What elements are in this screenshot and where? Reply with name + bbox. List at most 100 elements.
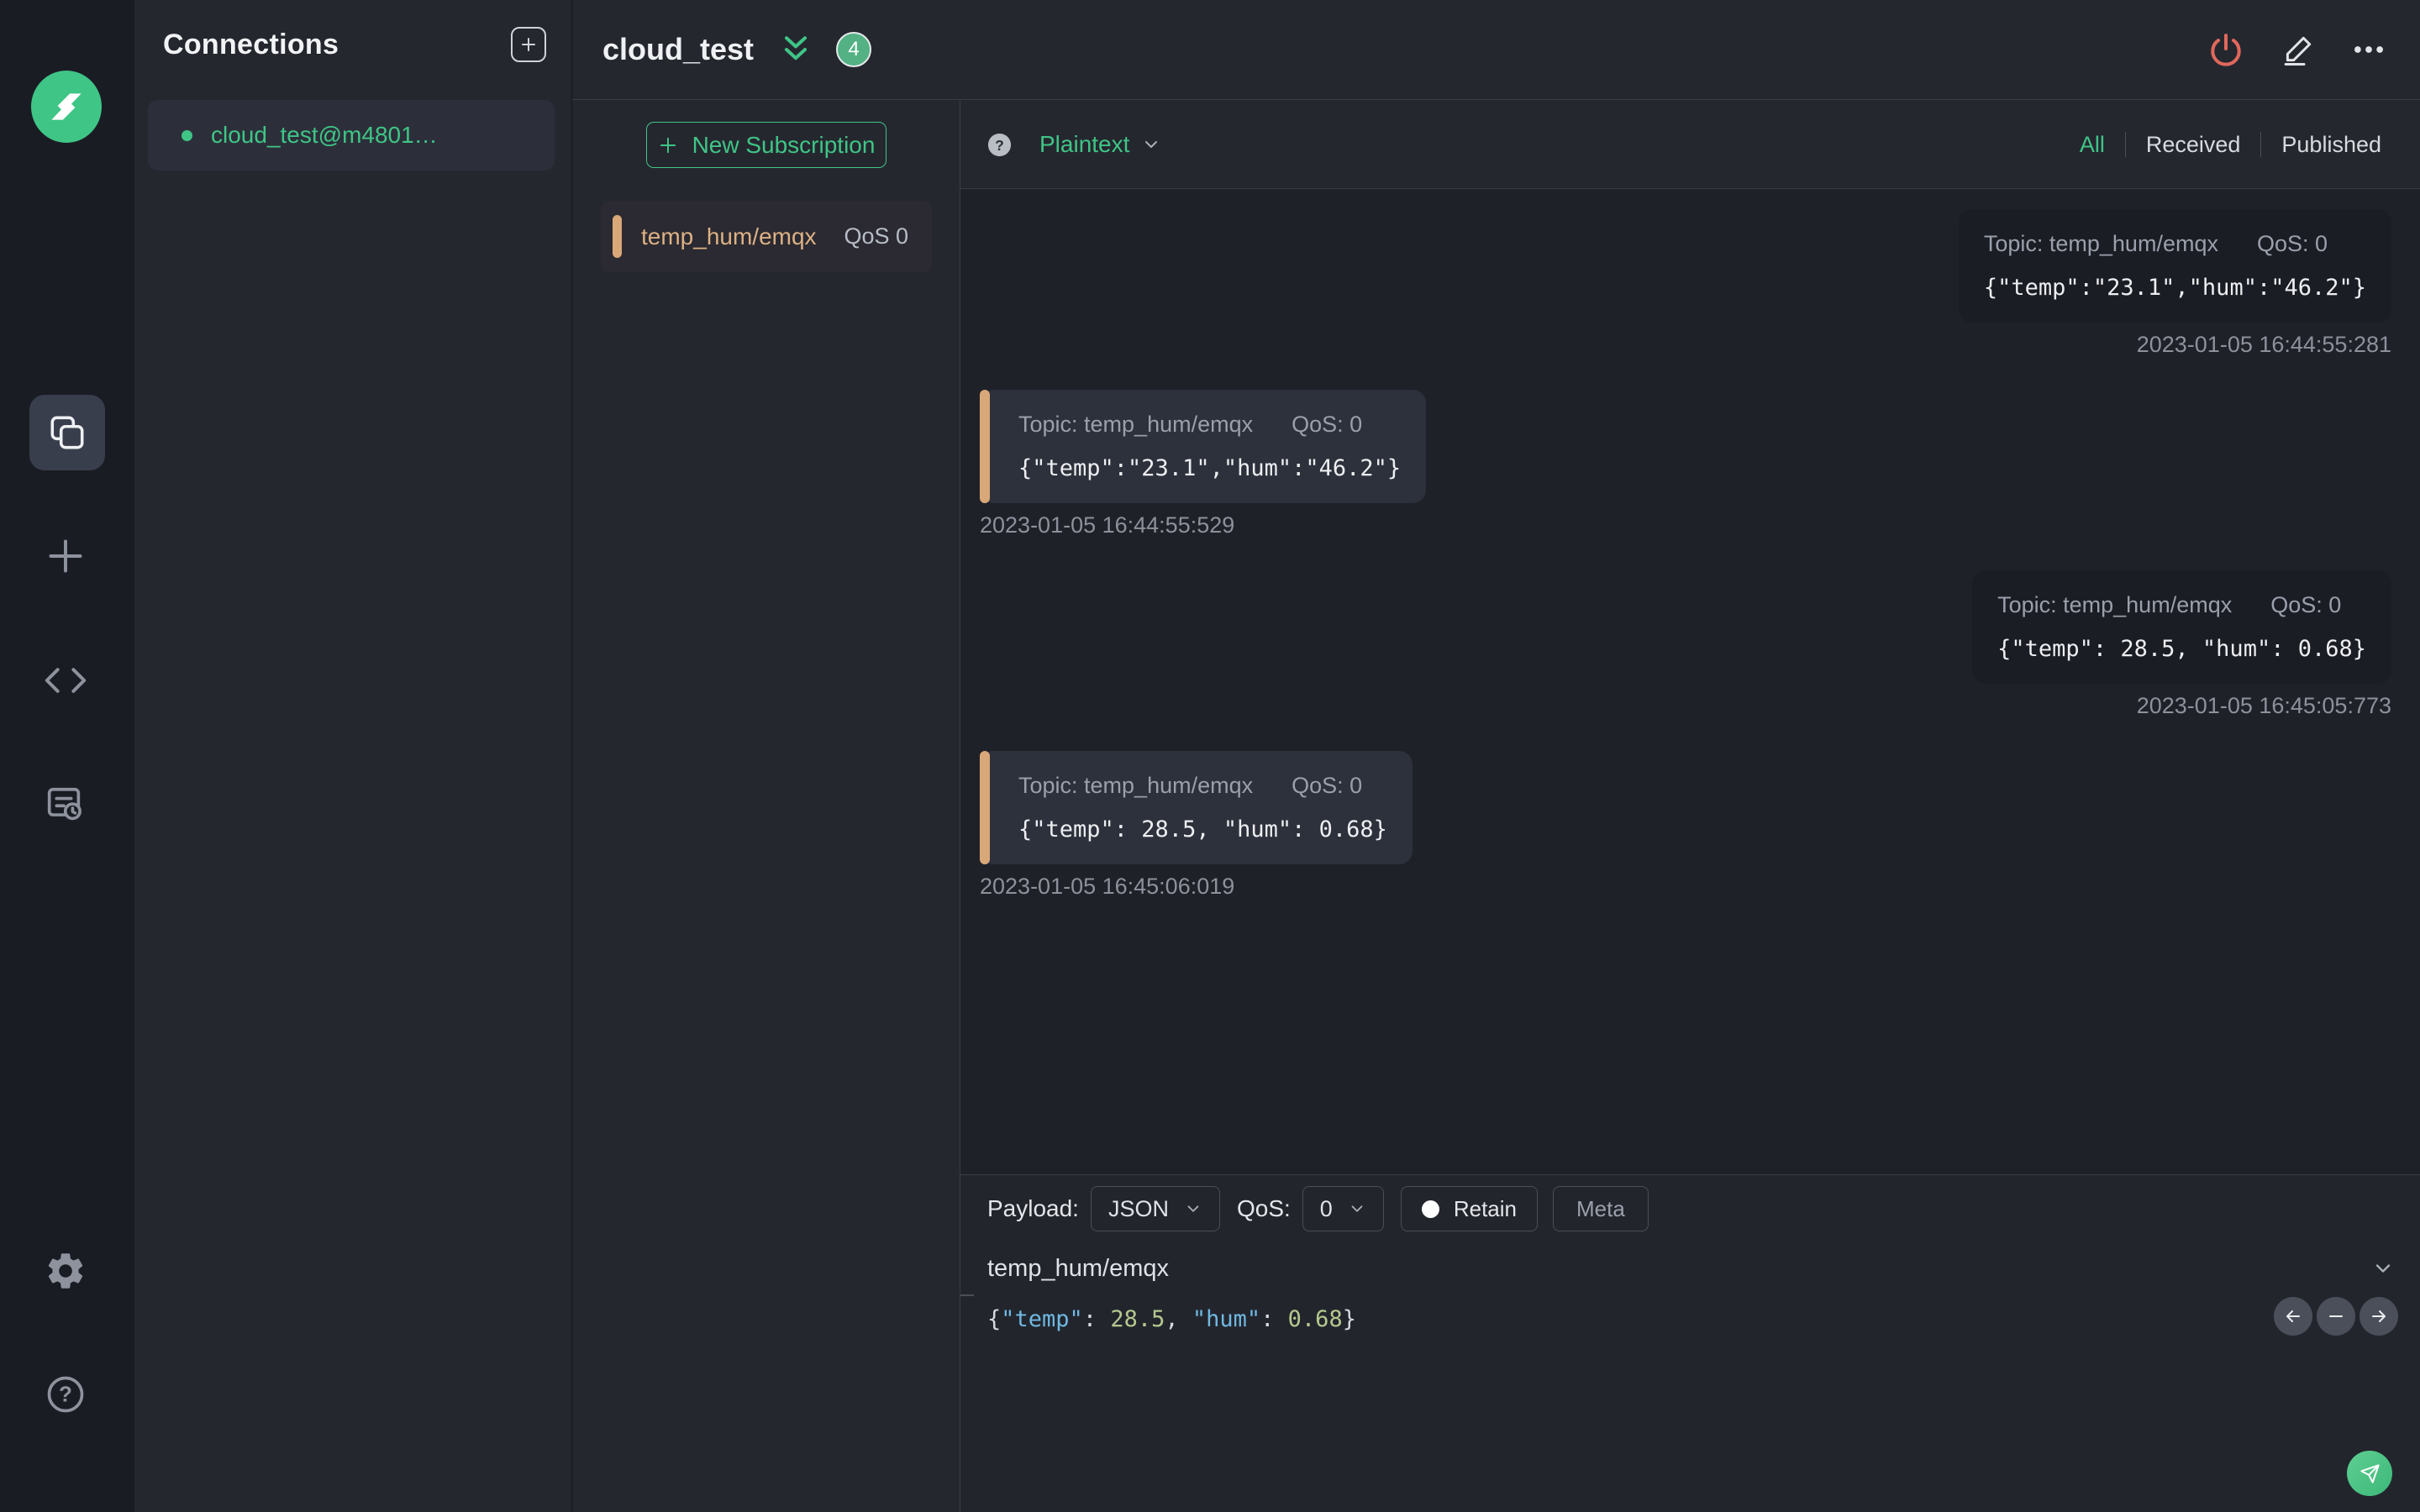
svg-text:?: ?	[995, 136, 1004, 153]
connection-topbar: cloud_test 4	[572, 0, 2420, 100]
plus-icon	[657, 134, 679, 156]
subscription-item[interactable]: temp_hum/emqx QoS 0	[601, 201, 932, 272]
qos-label: QoS:	[1236, 1195, 1291, 1221]
message-meta: Topic: temp_hum/emqx QoS: 0	[1997, 592, 2366, 618]
message-qos: QoS: 0	[2270, 592, 2342, 617]
message-timestamp: 2023-01-05 16:45:05:773	[2136, 693, 2391, 718]
topic-input[interactable]: temp_hum/emqx	[987, 1255, 1169, 1283]
connections-icon	[46, 412, 88, 454]
payload-token: {	[987, 1306, 1002, 1332]
plus-icon	[42, 533, 89, 580]
connection-item[interactable]: cloud_test@m4801…	[148, 100, 555, 171]
message-timestamp: 2023-01-05 16:45:06:019	[980, 874, 1235, 899]
payload-format-value: Plaintext	[1039, 131, 1130, 157]
qos-select[interactable]: 0	[1302, 1186, 1384, 1231]
filter-published[interactable]: Published	[2260, 132, 2402, 157]
subscription-color-bar	[613, 215, 622, 258]
sidebar-item-script[interactable]	[42, 657, 89, 704]
payload-token: "temp"	[1001, 1306, 1083, 1332]
message-received: Topic: temp_hum/emqx QoS: 0 {"temp":"23.1"…	[980, 390, 1427, 538]
payload-token: :	[1082, 1306, 1111, 1332]
message-qos: QoS: 0	[2256, 231, 2328, 256]
message-received: Topic: temp_hum/emqx QoS: 0 {"temp": 28.5,…	[980, 751, 1413, 900]
history-clear-button[interactable]	[2317, 1297, 2355, 1336]
message-topic: Topic: temp_hum/emqx	[1018, 773, 1254, 798]
message-timestamp: 2023-01-05 16:44:55:529	[980, 512, 1235, 538]
messages-header: ? Plaintext All Received Published	[960, 101, 2420, 189]
message-qos: QoS: 0	[1292, 412, 1363, 437]
edit-connection-button[interactable]	[2281, 32, 2316, 67]
sidebar-item-help[interactable]: ?	[44, 1373, 87, 1416]
message-published: Topic: temp_hum/emqx QoS: 0 {"temp": 28.5,…	[1972, 570, 2391, 719]
connections-panel: Connections cloud_test@m4801…	[134, 0, 572, 1512]
subscription-topic: temp_hum/emqx	[641, 223, 817, 249]
payload-format-selector[interactable]: Plaintext	[1039, 131, 1161, 158]
main-panel: cloud_test 4 New Subscription temp_hum/e…	[572, 0, 2420, 1512]
history-controls	[2274, 1297, 2398, 1336]
message-payload: {"temp": 28.5, "hum": 0.68}	[1018, 816, 1387, 843]
plus-icon	[518, 34, 539, 55]
gear-icon	[44, 1249, 87, 1293]
new-connection-button[interactable]	[511, 27, 546, 62]
sidebar-item-settings[interactable]	[44, 1249, 87, 1293]
payload-token: 28.5	[1110, 1306, 1165, 1332]
message-card[interactable]: Topic: temp_hum/emqx QoS: 0 {"temp": 28.5,…	[980, 751, 1413, 864]
message-list: Topic: temp_hum/emqx QoS: 0 {"temp":"23.1"…	[960, 189, 2420, 1174]
message-qos: QoS: 0	[1292, 773, 1363, 798]
message-card[interactable]: Topic: temp_hum/emqx QoS: 0 {"temp":"23.1"…	[1958, 209, 2391, 323]
message-payload: {"temp": 28.5, "hum": 0.68}	[1997, 636, 2366, 662]
message-payload: {"temp":"23.1","hum":"46.2"}	[1983, 275, 2366, 301]
history-next-button[interactable]	[2360, 1297, 2398, 1336]
mqttx-logo-icon	[31, 71, 102, 143]
sidebar: ?	[0, 0, 134, 1512]
send-button[interactable]	[2347, 1451, 2392, 1496]
sidebar-item-new-connection[interactable]	[42, 533, 89, 580]
subscription-count-badge: 4	[836, 32, 872, 67]
message-timestamp: 2023-01-05 16:44:55:281	[2136, 332, 2391, 357]
chevron-down-icon	[1184, 1200, 1202, 1218]
message-topic: Topic: temp_hum/emqx	[1983, 231, 2218, 256]
message-meta: Topic: temp_hum/emqx QoS: 0	[1018, 773, 1387, 799]
retain-indicator-icon	[1421, 1200, 1439, 1218]
connection-title: cloud_test	[602, 32, 755, 66]
message-meta: Topic: temp_hum/emqx QoS: 0	[1984, 231, 2366, 257]
new-subscription-label: New Subscription	[692, 131, 876, 158]
publish-toolbar: Payload: JSON QoS: 0 Retain Meta	[960, 1175, 2420, 1242]
connections-header: Connections	[134, 0, 571, 62]
collapse-editor-icon[interactable]	[2371, 1257, 2395, 1280]
help-icon[interactable]: ?	[986, 132, 1013, 158]
payload-type-select[interactable]: JSON	[1090, 1186, 1220, 1231]
payload-token: }	[1342, 1306, 1356, 1332]
retain-label: Retain	[1453, 1195, 1517, 1221]
collapse-subscriptions-icon[interactable]	[777, 31, 814, 68]
disconnect-button[interactable]	[2207, 30, 2245, 69]
chevron-down-icon	[1141, 134, 1161, 155]
mqttx-window: ? Connections cloud_test@m4801… cloud_te…	[0, 0, 2420, 1512]
message-topic: Topic: temp_hum/emqx	[1997, 592, 2233, 617]
filter-received[interactable]: Received	[2124, 132, 2261, 157]
log-icon	[42, 781, 86, 825]
meta-button[interactable]: Meta	[1552, 1186, 1649, 1231]
payload-token: "hum"	[1192, 1306, 1261, 1332]
retain-toggle[interactable]: Retain	[1400, 1186, 1538, 1231]
message-card[interactable]: Topic: temp_hum/emqx QoS: 0 {"temp":"23.1"…	[980, 390, 1427, 503]
payload-editor[interactable]: {"temp": 28.5, "hum": 0.68}	[960, 1294, 2420, 1332]
connection-name: cloud_test@m4801…	[211, 122, 438, 148]
payload-token: 0.68	[1287, 1306, 1343, 1332]
connections-title: Connections	[163, 28, 339, 60]
subscription-list: temp_hum/emqx QoS 0	[572, 201, 960, 272]
new-subscription-button[interactable]: New Subscription	[645, 122, 886, 168]
history-prev-button[interactable]	[2274, 1297, 2312, 1336]
publish-panel: Payload: JSON QoS: 0 Retain Meta temp_hu…	[960, 1174, 2420, 1512]
payload-type-value: JSON	[1107, 1195, 1169, 1221]
sidebar-item-connections[interactable]	[29, 395, 105, 470]
message-published: Topic: temp_hum/emqx QoS: 0 {"temp":"23.1"…	[1958, 209, 2391, 358]
messages-area: ? Plaintext All Received Published Topic: …	[960, 101, 2420, 1512]
subscriptions-column: New Subscription temp_hum/emqx QoS 0	[572, 101, 960, 1512]
payload-token: ,	[1165, 1306, 1192, 1332]
sidebar-item-log[interactable]	[42, 781, 86, 825]
message-card[interactable]: Topic: temp_hum/emqx QoS: 0 {"temp": 28.5,…	[1972, 570, 2391, 684]
filter-all[interactable]: All	[2060, 132, 2125, 157]
more-options-button[interactable]	[2351, 32, 2386, 67]
message-meta: Topic: temp_hum/emqx QoS: 0	[1018, 412, 1401, 438]
